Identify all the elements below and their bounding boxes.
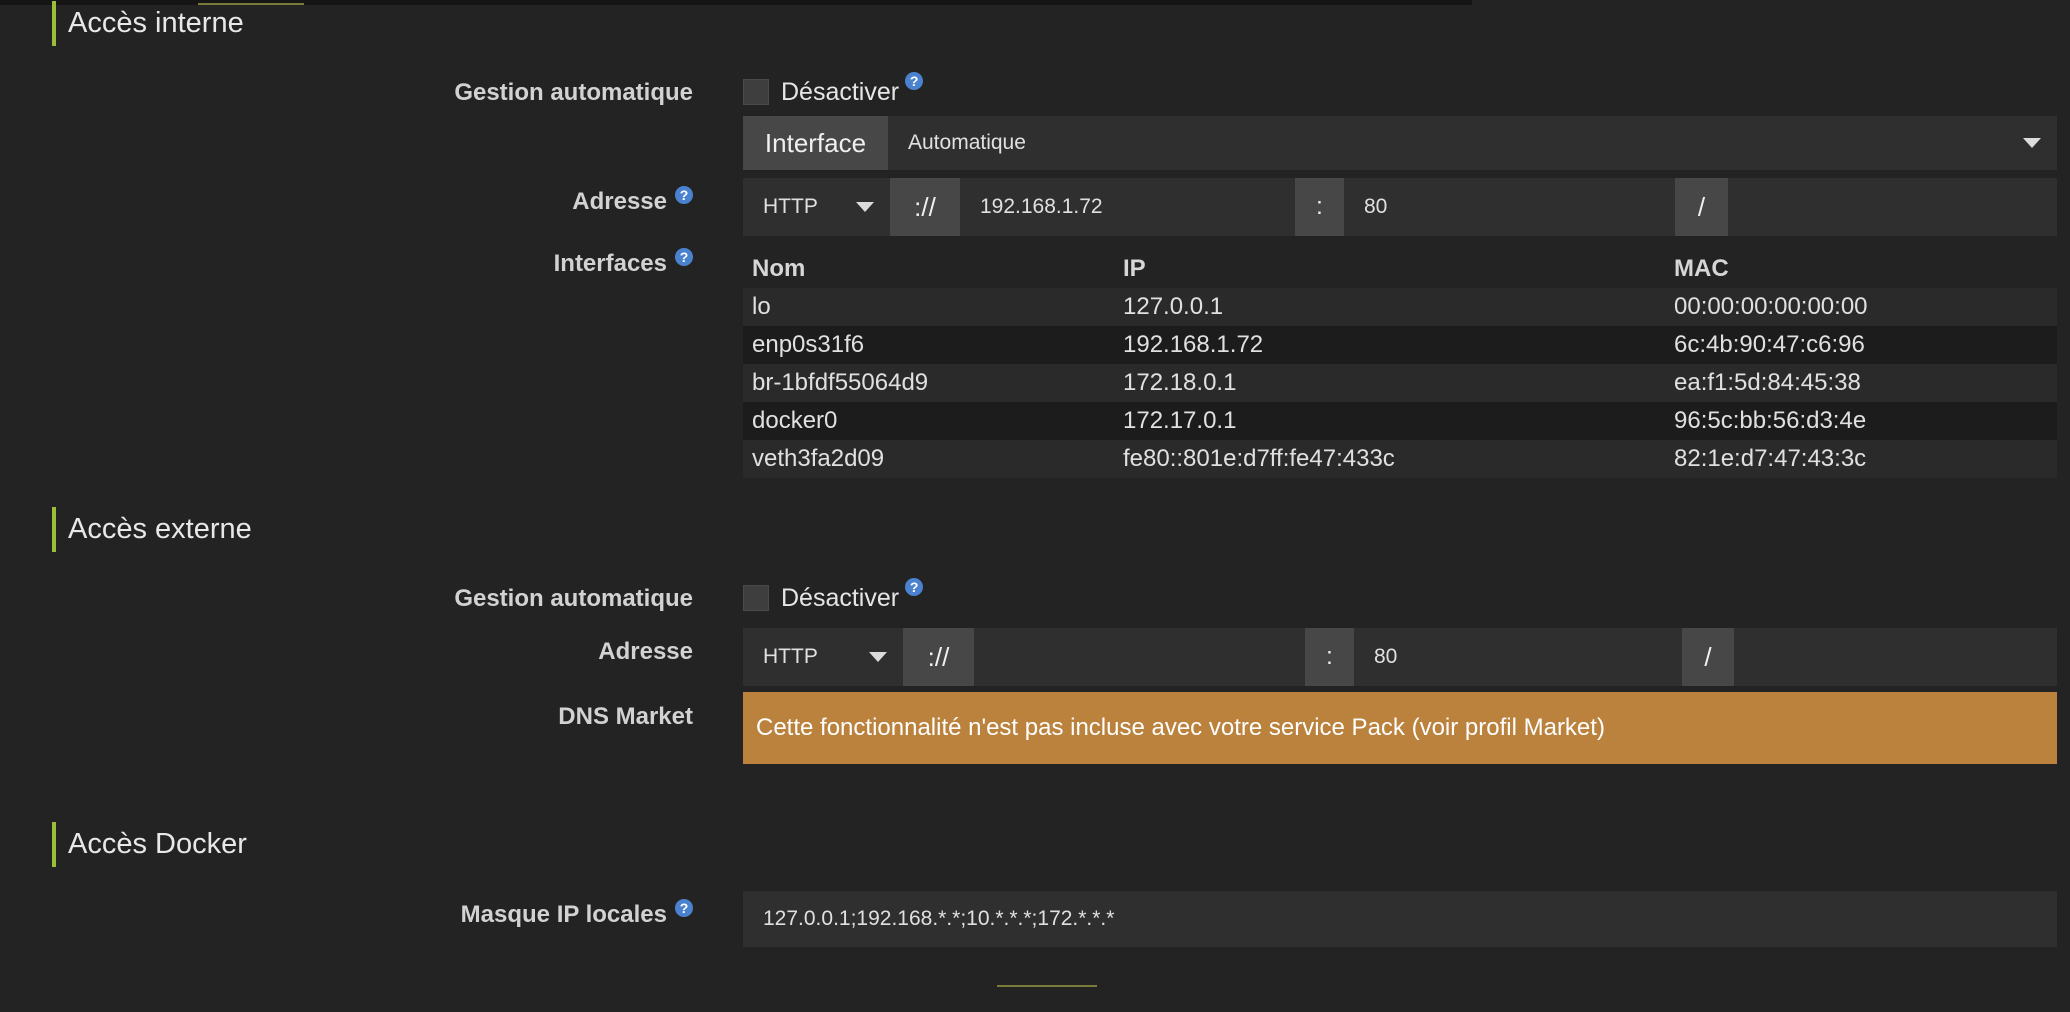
table-header-row: Nom IP MAC bbox=[743, 250, 2057, 288]
dns-market-label: DNS Market bbox=[558, 703, 693, 730]
internal-disable-row: Désactiver ? bbox=[743, 72, 924, 110]
section-title-docker-access: Accès Docker bbox=[52, 822, 247, 867]
column-header-name: Nom bbox=[752, 255, 806, 282]
interface-ip-cell: 172.18.0.1 bbox=[1114, 364, 1665, 402]
interfaces-label-text: Interfaces bbox=[553, 250, 667, 277]
internal-address-row: HTTP :// 192.168.1.72 : 80 / bbox=[743, 178, 2057, 236]
local-ip-mask-input[interactable]: 127.0.0.1;192.168.*.*;10.*.*.*;172.*.*.* bbox=[743, 891, 2057, 947]
interface-select-row: Interface Automatique bbox=[743, 116, 2057, 170]
table-row: enp0s31f6 192.168.1.72 6c:4b:90:47:c6:96 bbox=[743, 326, 2057, 364]
external-address-label: Adresse bbox=[598, 638, 693, 665]
external-address-row: HTTP :// : 80 / bbox=[743, 628, 2057, 686]
interface-name-cell: br-1bfdf55064d9 bbox=[743, 364, 1114, 402]
help-icon[interactable]: ? bbox=[675, 899, 693, 917]
interface-ip-cell: 172.17.0.1 bbox=[1114, 402, 1665, 440]
internal-address-label: Adresse? bbox=[572, 186, 693, 216]
interface-name-cell: docker0 bbox=[743, 402, 1114, 440]
internal-path-input[interactable] bbox=[1728, 178, 2057, 236]
external-port-input[interactable]: 80 bbox=[1354, 628, 1682, 686]
section-title-external-access: Accès externe bbox=[52, 507, 252, 552]
external-protocol-select[interactable]: HTTP bbox=[743, 628, 903, 686]
help-icon[interactable]: ? bbox=[675, 186, 693, 204]
external-path-input[interactable] bbox=[1734, 628, 2057, 686]
interface-mac-cell: ea:f1:5d:84:45:38 bbox=[1665, 364, 2057, 402]
external-disable-row: Désactiver ? bbox=[743, 578, 924, 616]
internal-port-input[interactable]: 80 bbox=[1344, 178, 1675, 236]
interface-ip-cell: 192.168.1.72 bbox=[1114, 326, 1665, 364]
dns-market-warning: Cette fonctionnalité n'est pas incluse a… bbox=[743, 692, 2057, 764]
port-separator: : bbox=[1305, 628, 1354, 686]
interface-ip-cell: 127.0.0.1 bbox=[1114, 288, 1665, 326]
interface-mac-cell: 6c:4b:90:47:c6:96 bbox=[1665, 326, 2057, 364]
internal-protocol-select[interactable]: HTTP bbox=[743, 178, 890, 236]
interface-name-cell: lo bbox=[743, 288, 1114, 326]
chevron-down-icon bbox=[2023, 138, 2041, 148]
external-auto-management-label: Gestion automatique bbox=[454, 585, 693, 612]
external-disable-label[interactable]: Désactiver bbox=[781, 584, 899, 613]
path-separator: / bbox=[1675, 178, 1728, 236]
table-row: veth3fa2d09 fe80::801e:d7ff:fe47:433c 82… bbox=[743, 440, 2057, 478]
chevron-down-icon bbox=[869, 652, 887, 662]
path-separator: / bbox=[1682, 628, 1734, 686]
internal-disable-checkbox[interactable] bbox=[743, 79, 769, 105]
external-host-input[interactable] bbox=[974, 628, 1305, 686]
interface-select-value: Automatique bbox=[908, 131, 1026, 154]
interface-mac-cell: 00:00:00:00:00:00 bbox=[1665, 288, 2057, 326]
table-row: docker0 172.17.0.1 96:5c:bb:56:d3:4e bbox=[743, 402, 2057, 440]
local-ip-mask-row: 127.0.0.1;192.168.*.*;10.*.*.*;172.*.*.* bbox=[743, 891, 2057, 947]
scheme-separator: :// bbox=[890, 178, 960, 236]
port-separator: : bbox=[1295, 178, 1344, 236]
scroll-indicator bbox=[997, 985, 1097, 987]
scheme-separator: :// bbox=[903, 628, 974, 686]
interface-name-cell: enp0s31f6 bbox=[743, 326, 1114, 364]
internal-host-input[interactable]: 192.168.1.72 bbox=[960, 178, 1295, 236]
table-row: br-1bfdf55064d9 172.18.0.1 ea:f1:5d:84:4… bbox=[743, 364, 2057, 402]
interfaces-label: Interfaces? bbox=[553, 248, 693, 278]
table-row: lo 127.0.0.1 00:00:00:00:00:00 bbox=[743, 288, 2057, 326]
section-title-internal-access: Accès interne bbox=[52, 1, 244, 46]
interface-name-cell: veth3fa2d09 bbox=[743, 440, 1114, 478]
internal-address-label-text: Adresse bbox=[572, 188, 667, 215]
interface-mac-cell: 82:1e:d7:47:43:3c bbox=[1665, 440, 2057, 478]
internal-disable-label[interactable]: Désactiver bbox=[781, 78, 899, 107]
external-disable-checkbox[interactable] bbox=[743, 585, 769, 611]
chevron-down-icon bbox=[856, 202, 874, 212]
internal-protocol-value: HTTP bbox=[763, 195, 818, 218]
help-icon[interactable]: ? bbox=[905, 578, 924, 596]
column-header-ip: IP bbox=[1123, 255, 1146, 282]
column-header-mac: MAC bbox=[1674, 255, 1729, 282]
local-ip-mask-label-text: Masque IP locales bbox=[460, 901, 667, 928]
help-icon[interactable]: ? bbox=[905, 72, 924, 90]
interface-addon: Interface bbox=[743, 116, 888, 170]
interfaces-table: Nom IP MAC lo 127.0.0.1 00:00:00:00:00:0… bbox=[743, 250, 2057, 478]
help-icon[interactable]: ? bbox=[675, 248, 693, 266]
local-ip-mask-label: Masque IP locales? bbox=[460, 899, 693, 929]
interface-ip-cell: fe80::801e:d7ff:fe47:433c bbox=[1114, 440, 1665, 478]
interface-select[interactable]: Automatique bbox=[888, 116, 2057, 170]
interface-mac-cell: 96:5c:bb:56:d3:4e bbox=[1665, 402, 2057, 440]
internal-auto-management-label: Gestion automatique bbox=[454, 79, 693, 106]
external-protocol-value: HTTP bbox=[763, 645, 818, 668]
